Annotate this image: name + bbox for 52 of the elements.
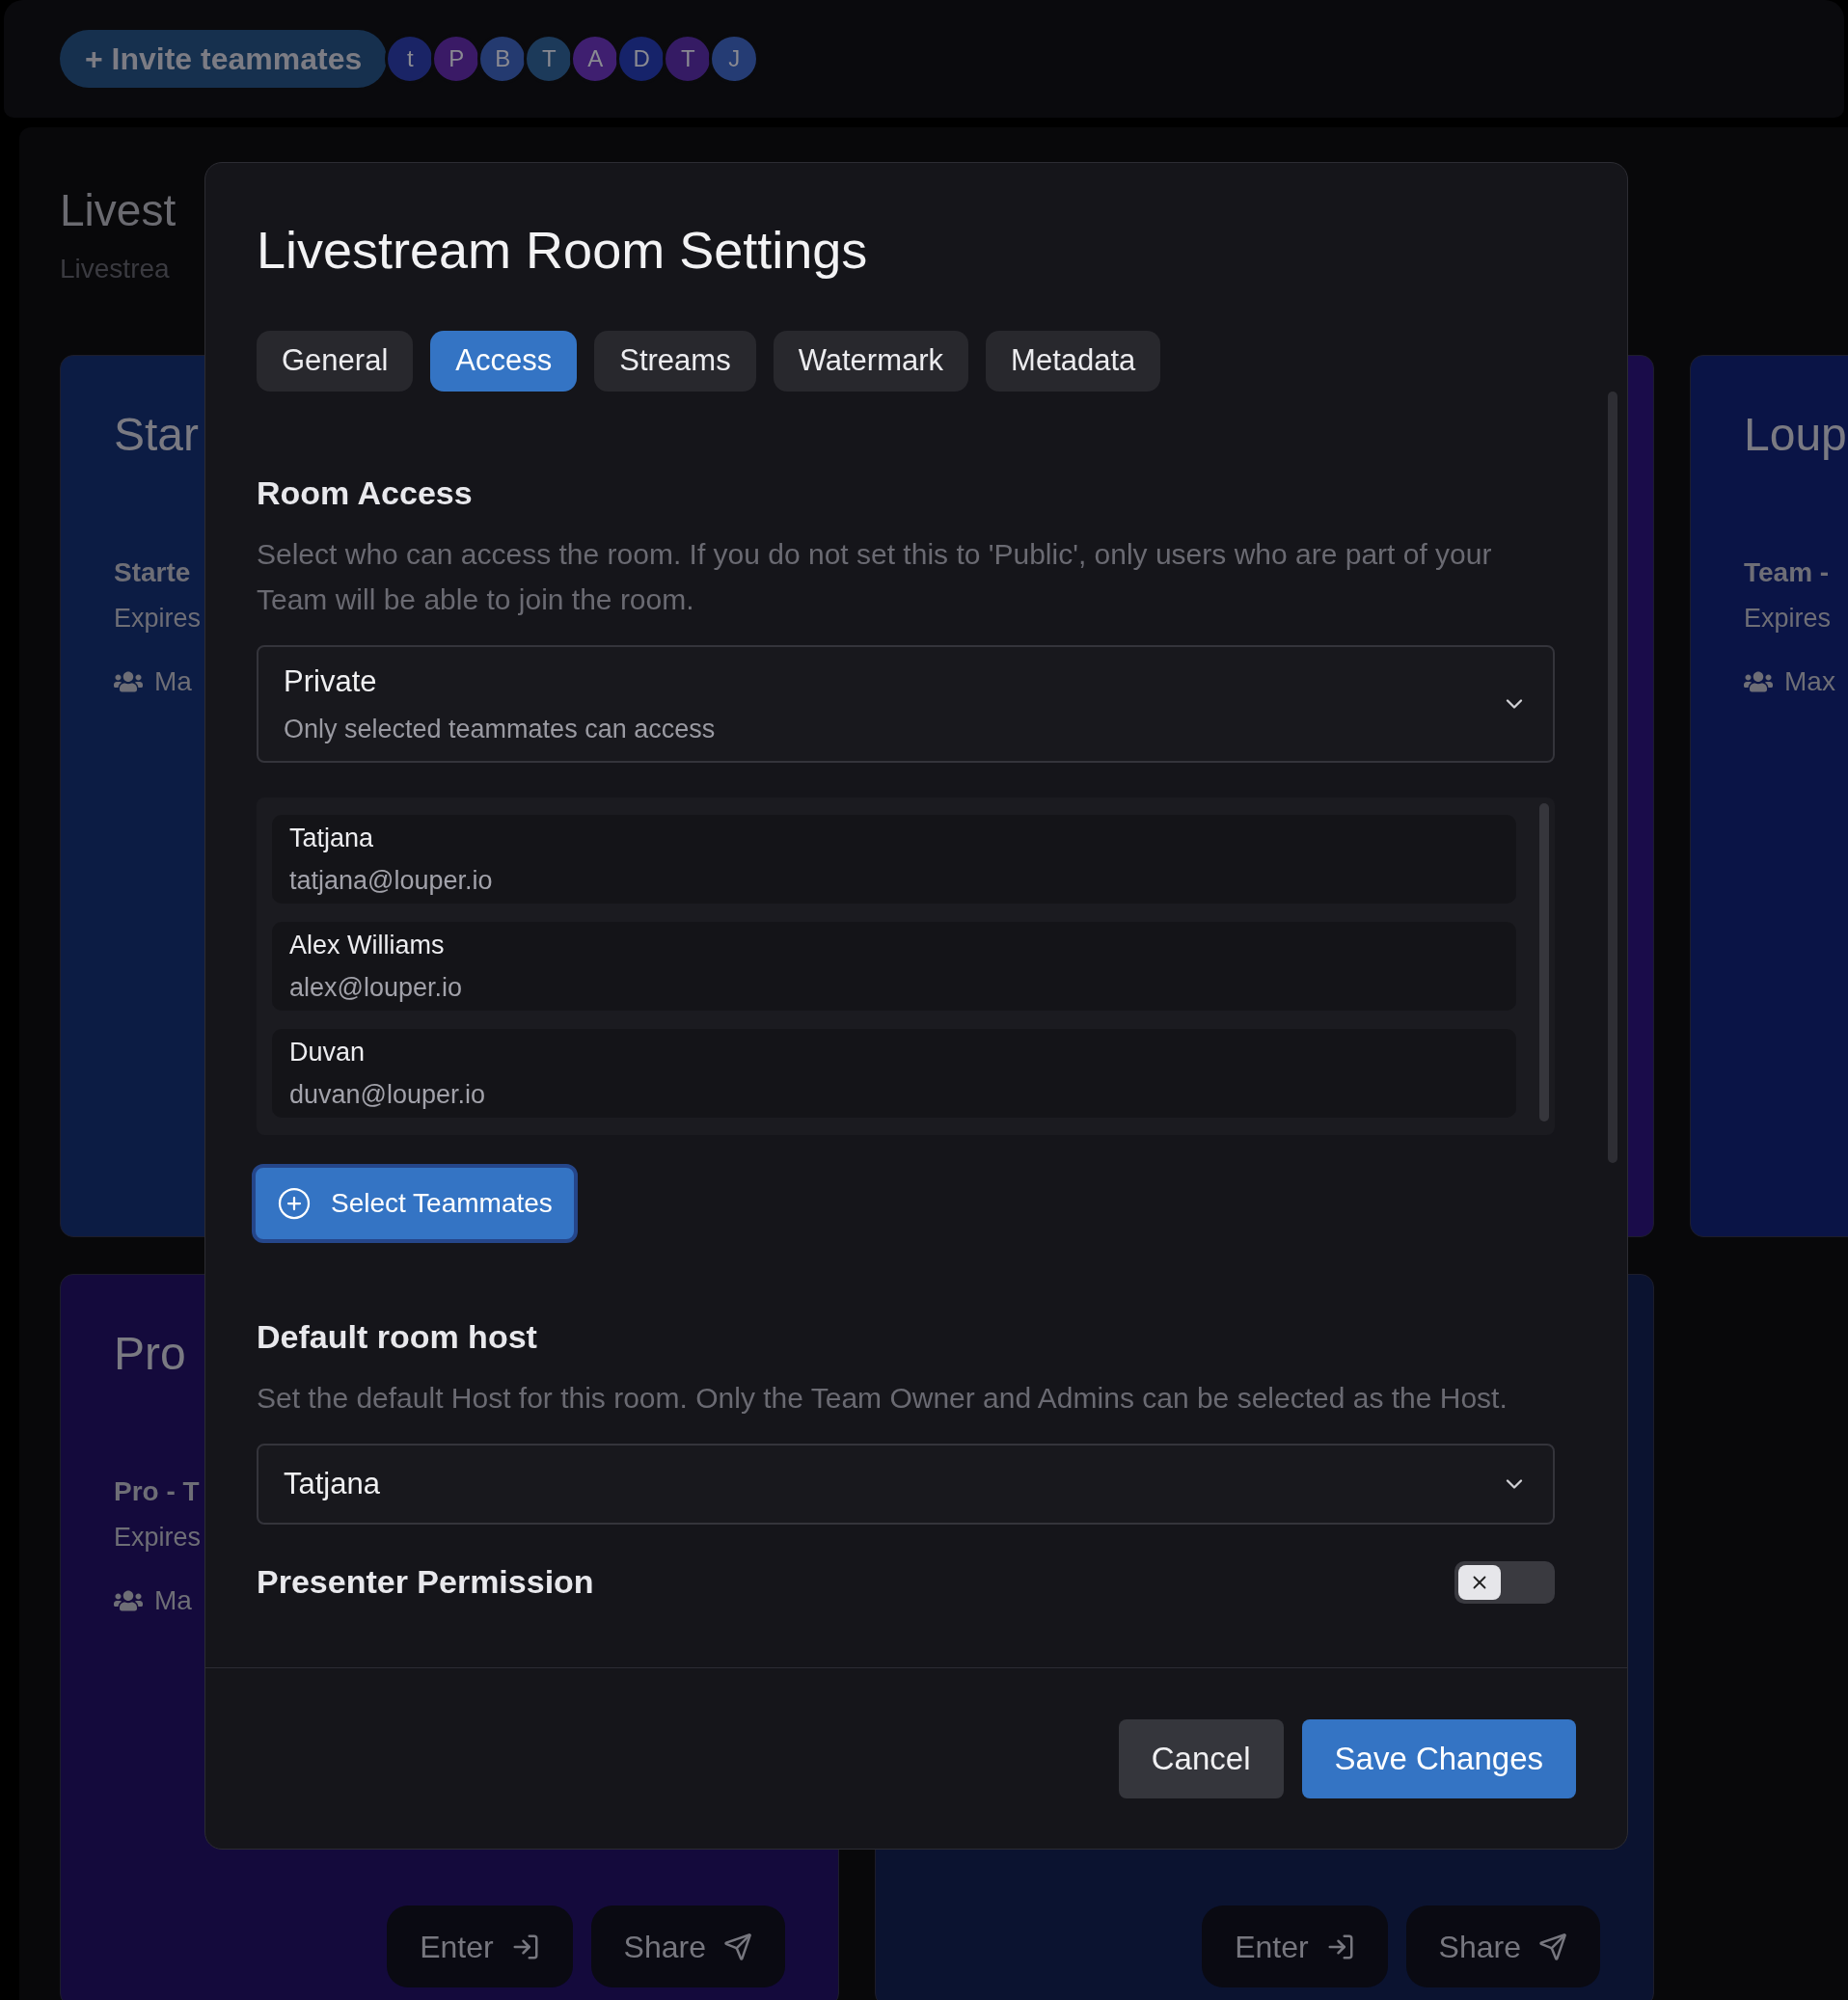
select-description: Only selected teammates can access: [284, 714, 716, 745]
scrollbar-thumb[interactable]: [1539, 803, 1549, 1122]
save-button[interactable]: Save Changes: [1301, 1718, 1576, 1798]
section-description: Set the default Host for this room. Only the Team Owner and Admins can be selected as the Host.: [257, 1381, 1508, 1416]
member-row[interactable]: Duvan duvan@louper.io: [272, 1029, 1516, 1118]
member-email: tatjana@louper.io: [289, 865, 494, 897]
share-button[interactable]: Share: [1405, 1905, 1600, 1987]
member-row[interactable]: Tatjana tatjana@louper.io: [272, 815, 1516, 904]
card-title: Loup: [1744, 408, 1848, 462]
member-name: Duvan: [289, 1036, 367, 1068]
select-value: Tatjana: [284, 1465, 380, 1502]
member-email: alex@louper.io: [289, 972, 464, 1004]
invite-button[interactable]: + Invite teammates: [60, 30, 388, 88]
plan-name: Team -: [1744, 556, 1831, 589]
share-button[interactable]: Share: [590, 1905, 785, 1987]
host-select[interactable]: Tatjana: [257, 1444, 1555, 1525]
card-title: Pro: [114, 1327, 187, 1381]
section-description: Select who can access the room. If you do not set this to 'Public', only users who are part of your Team will be able to join the room.: [257, 537, 1493, 617]
access-select[interactable]: Private Only selected teammates can access: [257, 645, 1555, 763]
expiry-text: Expires: [114, 603, 203, 635]
expiry-text: Expires: [114, 1522, 203, 1554]
plus-circle-icon: [277, 1186, 312, 1221]
section-heading: Default room host: [257, 1317, 538, 1357]
member-row[interactable]: Alex Williams alex@louper.io: [272, 922, 1516, 1011]
section-heading: Room Access: [257, 473, 474, 513]
cancel-button[interactable]: Cancel: [1118, 1718, 1284, 1798]
dialog-title: Livestream Room Settings: [257, 220, 869, 281]
seats-text: Ma: [154, 664, 192, 698]
plan-name: Starte: [114, 556, 192, 589]
tab[interactable]: Access: [430, 331, 578, 392]
tab[interactable]: Metadata: [986, 331, 1161, 392]
tab[interactable]: Streams: [594, 331, 756, 392]
member-name: Tatjana: [289, 822, 375, 854]
member-name: Alex Williams: [289, 929, 446, 961]
page-title: Livest: [60, 184, 177, 237]
plan-name: Pro - T: [114, 1475, 201, 1508]
enter-button[interactable]: Enter: [387, 1905, 573, 1987]
paper-plane-icon: [1538, 1932, 1567, 1961]
scrollbar-thumb[interactable]: [1608, 392, 1617, 1163]
tab[interactable]: General: [257, 331, 414, 392]
tab[interactable]: Watermark: [773, 331, 969, 392]
seats-text: Ma: [154, 1583, 192, 1617]
section-heading: Presenter Permission: [257, 1562, 594, 1602]
card-title: Star: [114, 408, 201, 462]
seats-text: Max: [1784, 664, 1835, 698]
member-email: duvan@louper.io: [289, 1079, 487, 1111]
select-teammates-button[interactable]: Select Teammates: [252, 1164, 578, 1243]
select-value: Private: [284, 662, 378, 700]
enter-button[interactable]: Enter: [1202, 1905, 1388, 1987]
paper-plane-icon: [723, 1932, 752, 1961]
presenter-toggle[interactable]: [1454, 1560, 1555, 1604]
expiry-text: Expires: [1744, 603, 1833, 635]
